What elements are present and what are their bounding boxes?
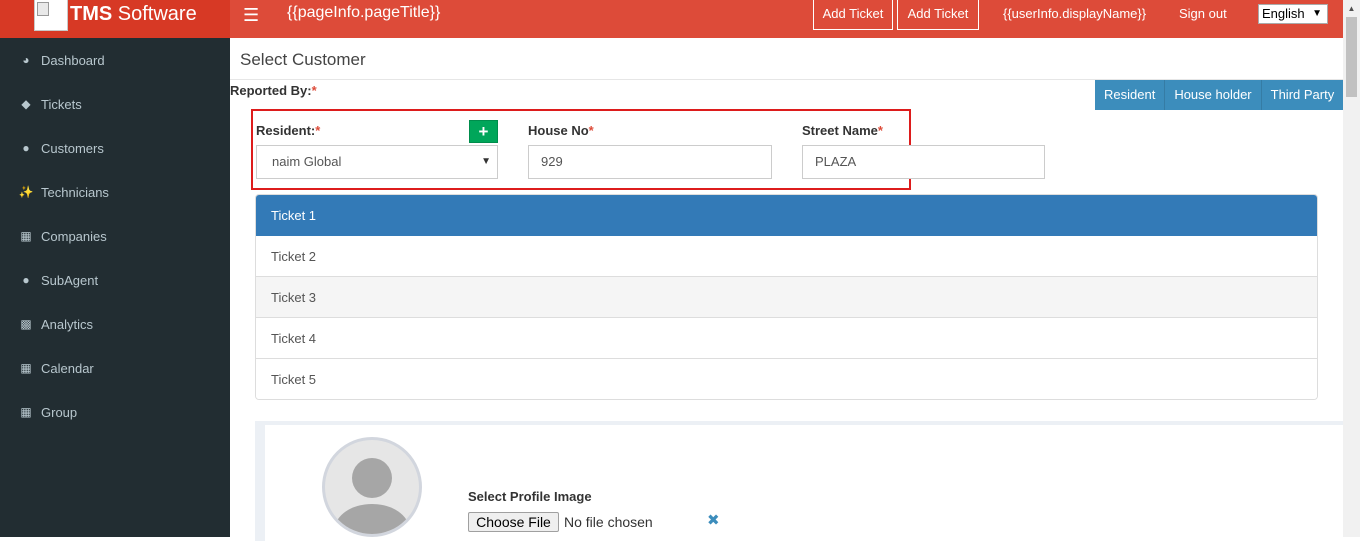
user-icon: ●: [22, 141, 30, 155]
sidebar-item-companies[interactable]: ▦ Companies: [0, 214, 230, 258]
sidebar-item-calendar[interactable]: ▦ Calendar: [0, 346, 230, 390]
close-icon[interactable]: ✖: [707, 511, 720, 529]
broken-logo-image: [34, 0, 68, 31]
sidebar-item-label: Tickets: [41, 97, 82, 112]
sidebar-item-subagent[interactable]: ● SubAgent: [0, 258, 230, 302]
house-no-label: House No*: [528, 123, 594, 138]
brand-logo-area[interactable]: TMS Software: [0, 0, 230, 38]
sidebar-item-analytics[interactable]: ▩ Analytics: [0, 302, 230, 346]
ticket-item[interactable]: Ticket 2: [256, 236, 1317, 277]
bars-icon[interactable]: ☰: [243, 5, 259, 26]
ticket-list: Ticket 1 Ticket 2 Ticket 3 Ticket 4 Tick…: [255, 194, 1318, 400]
language-select[interactable]: English ▼: [1258, 4, 1328, 24]
language-value: English: [1262, 6, 1305, 21]
page-title: {{pageInfo.pageTitle}}: [287, 4, 441, 21]
chevron-down-icon: ▼: [1312, 8, 1322, 19]
house-no-field[interactable]: 929: [528, 145, 772, 179]
user-icon: ●: [22, 273, 30, 287]
bar-chart-icon: ▩: [20, 317, 32, 331]
add-resident-button[interactable]: +: [469, 120, 498, 143]
calendar-icon: ▦: [20, 405, 32, 419]
scrollbar[interactable]: ▲: [1343, 0, 1360, 537]
ticket-item[interactable]: Ticket 5: [256, 359, 1317, 399]
street-name-label: Street Name*: [802, 123, 883, 138]
reporter-type-tabs: Resident House holder Third Party: [1095, 80, 1345, 110]
wrench-icon: ✨: [18, 185, 34, 199]
street-name-field[interactable]: PLAZA: [802, 145, 1045, 179]
brand-name: TMS Software: [70, 3, 197, 25]
resident-select[interactable]: naim Global ▼: [256, 145, 498, 179]
sidebar: ◕ Dashboard ◆ Tickets ● Customers ✨ Tech…: [0, 38, 230, 537]
scroll-up-icon[interactable]: ▲: [1343, 0, 1360, 17]
reported-by-label: Reported By:*: [230, 83, 317, 98]
sidebar-item-label: Companies: [41, 229, 107, 244]
sidebar-item-label: Dashboard: [41, 53, 105, 68]
scroll-thumb[interactable]: [1346, 17, 1357, 97]
select-profile-image-label: Select Profile Image: [468, 489, 592, 504]
sidebar-item-tickets[interactable]: ◆ Tickets: [0, 82, 230, 126]
sidebar-item-label: Analytics: [41, 317, 94, 332]
resident-value: naim Global: [272, 154, 342, 169]
ticket-item[interactable]: Ticket 4: [256, 318, 1317, 359]
sidebar-item-technicians[interactable]: ✨ Technicians: [0, 170, 230, 214]
ticket-item[interactable]: Ticket 1: [256, 195, 1317, 236]
sign-out-link[interactable]: Sign out: [1179, 6, 1227, 21]
sidebar-item-label: SubAgent: [41, 273, 99, 288]
resident-label: Resident:*: [256, 123, 321, 138]
sidebar-item-dashboard[interactable]: ◕ Dashboard: [0, 38, 230, 82]
tab-house-holder[interactable]: House holder: [1165, 80, 1262, 110]
section-title: Select Customer: [240, 50, 366, 69]
user-display-name[interactable]: {{userInfo.displayName}}: [1003, 6, 1146, 21]
add-ticket-button-1[interactable]: Add Ticket: [813, 0, 893, 30]
content-header: Select Customer: [230, 38, 1343, 80]
avatar: [322, 437, 422, 537]
add-ticket-button-2[interactable]: Add Ticket: [897, 0, 979, 30]
calendar-icon: ▦: [20, 229, 32, 243]
tag-icon: ◆: [21, 97, 31, 111]
sidebar-item-label: Technicians: [41, 185, 109, 200]
sidebar-item-label: Calendar: [41, 361, 94, 376]
choose-file-button[interactable]: Choose File: [468, 512, 559, 532]
tab-third-party[interactable]: Third Party: [1261, 80, 1345, 110]
tab-resident[interactable]: Resident: [1095, 80, 1166, 110]
sidebar-item-customers[interactable]: ● Customers: [0, 126, 230, 170]
chevron-down-icon: ▼: [481, 156, 491, 167]
top-navbar: TMS Software ☰ {{pageInfo.pageTitle}} Ad…: [0, 0, 1360, 38]
sidebar-item-label: Customers: [41, 141, 104, 156]
sidebar-item-group[interactable]: ▦ Group: [0, 390, 230, 434]
file-status-text: No file chosen: [564, 514, 653, 530]
dashboard-icon: ◕: [22, 53, 30, 67]
calendar-icon: ▦: [20, 361, 32, 375]
sidebar-item-label: Group: [41, 405, 78, 420]
ticket-item[interactable]: Ticket 3: [256, 277, 1317, 318]
